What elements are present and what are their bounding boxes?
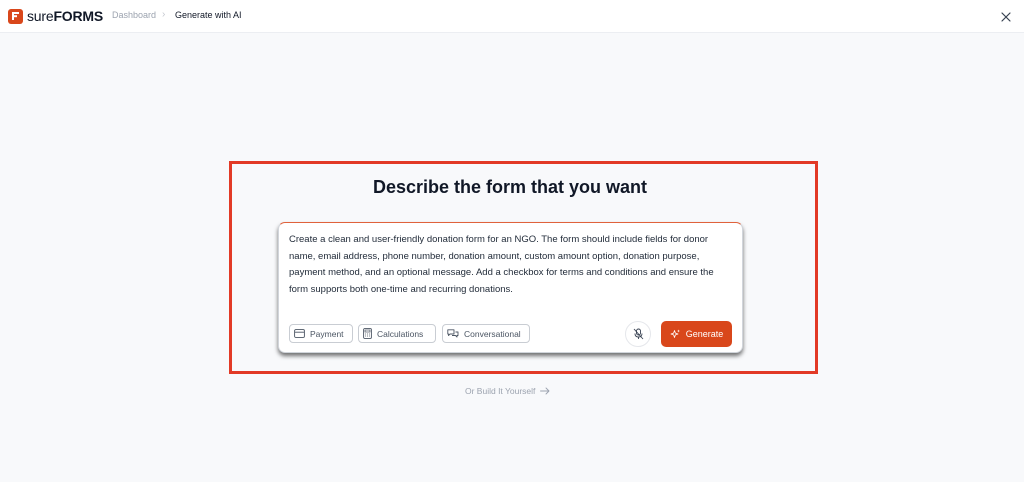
calculations-chip[interactable]: Calculations	[358, 324, 436, 343]
generate-button-label: Generate	[685, 329, 724, 339]
build-yourself-label: Or Build It Yourself	[465, 386, 536, 396]
payment-chip-label: Payment	[310, 328, 344, 339]
sureforms-logo[interactable]: sureFORMS	[8, 8, 103, 24]
top-bar: sureFORMS Dashboard › Generate with AI	[0, 0, 1024, 33]
chat-bubbles-icon	[447, 328, 459, 337]
mic-off-button[interactable]	[625, 321, 651, 347]
build-yourself-link[interactable]: Or Build It Yourself	[465, 386, 550, 396]
brand-name: sureFORMS	[27, 8, 103, 24]
mic-off-icon	[633, 328, 643, 340]
close-button[interactable]	[997, 8, 1014, 25]
breadcrumb-separator: ›	[162, 9, 166, 20]
calculations-chip-label: Calculations	[377, 328, 424, 339]
payment-chip[interactable]: Payment	[289, 324, 353, 343]
page-title: Describe the form that you want	[372, 177, 648, 197]
calculator-icon	[363, 328, 372, 339]
breadcrumb-current: Generate with AI	[175, 10, 242, 20]
logo-mark-icon	[8, 8, 23, 24]
sparkles-icon	[670, 329, 680, 338]
close-icon	[1000, 11, 1011, 22]
credit-card-icon	[294, 329, 305, 338]
prompt-textarea[interactable]: Create a clean and user-friendly donatio…	[289, 232, 729, 298]
arrow-right-icon	[540, 387, 550, 395]
generate-button[interactable]: Generate	[661, 321, 732, 347]
conversational-chip-label: Conversational	[464, 328, 521, 339]
prompt-card: Create a clean and user-friendly donatio…	[278, 222, 743, 353]
conversational-chip[interactable]: Conversational	[442, 324, 530, 343]
breadcrumb-dashboard[interactable]: Dashboard	[112, 10, 156, 20]
